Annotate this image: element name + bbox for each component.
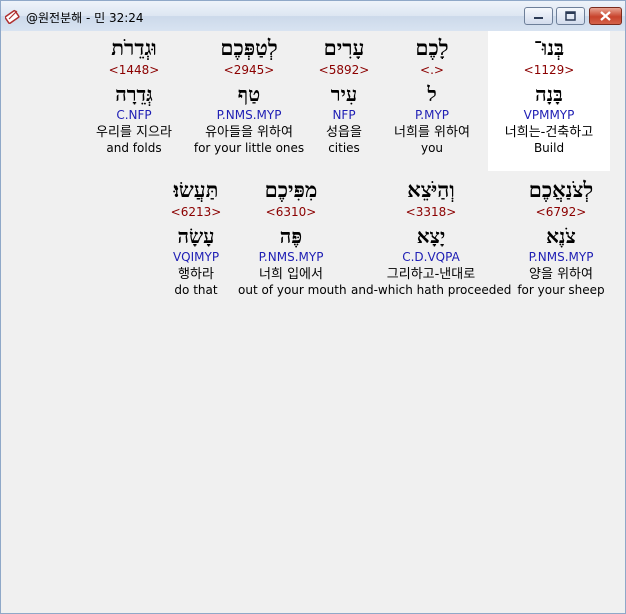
parsing-code: P.NMS.MYP bbox=[216, 108, 282, 122]
parsing-code: VPMMYP bbox=[523, 108, 575, 122]
close-button[interactable] bbox=[589, 7, 622, 25]
analysis-panel: בְּנוּ־ <1129> בָּנָה VPMMYP 너희는-건축하고 Bu… bbox=[6, 31, 621, 609]
english-gloss: out of your mouth bbox=[238, 283, 347, 297]
hebrew-root: צֹנֶא bbox=[546, 224, 576, 248]
hebrew-root: עִיר bbox=[330, 82, 358, 106]
parsing-code: P.MYP bbox=[414, 108, 450, 122]
word-block[interactable]: וּגְדֵרֹת <1448> גְּדֵרָה C.NFP 우리를 지으라 … bbox=[84, 35, 184, 156]
hebrew-word: מִפִּיכֶם bbox=[264, 177, 318, 202]
korean-gloss: 그리하고-낸대로 bbox=[386, 267, 476, 282]
parsing-code: C.D.VQPA bbox=[402, 250, 460, 264]
app-icon bbox=[4, 7, 22, 25]
korean-gloss: 우리를 지으라 bbox=[96, 125, 172, 140]
parsing-code: P.NMS.MYP bbox=[528, 250, 594, 264]
maximize-button[interactable] bbox=[556, 7, 585, 25]
word-block[interactable]: לְטַפְּכֶם <2945> טַף P.NMS.MYP 유아들을 위하여… bbox=[192, 35, 306, 156]
word-block[interactable]: תַּעֲשׂוּ׃ <6213> עָשָׂה VQIMYP 행하라 do t… bbox=[161, 177, 231, 298]
strong-number: <6213> bbox=[170, 205, 222, 219]
korean-gloss: 유아들을 위하여 bbox=[205, 125, 293, 140]
english-gloss: for your little ones bbox=[193, 141, 305, 155]
minimize-icon bbox=[534, 17, 543, 19]
word-block[interactable]: וְהַיֹּצֵא <3318> יָצָא C.D.VQPA 그리하고-낸대… bbox=[351, 177, 511, 298]
korean-gloss: 양을 위하여 bbox=[529, 267, 593, 282]
hebrew-word: עָרִים bbox=[323, 35, 365, 60]
hebrew-root: טַף bbox=[237, 82, 261, 106]
right-edge bbox=[621, 31, 625, 609]
parsing-code: P.NMS.MYP bbox=[258, 250, 324, 264]
strong-number: <.> bbox=[420, 63, 444, 77]
korean-gloss: 행하라 bbox=[178, 267, 214, 282]
strong-number: <2945> bbox=[223, 63, 275, 77]
hebrew-root: גְּדֵרָה bbox=[115, 82, 153, 106]
korean-gloss: 성읍을 bbox=[326, 125, 362, 140]
hebrew-root: עָשָׂה bbox=[177, 224, 215, 248]
english-gloss: for your sheep bbox=[517, 283, 605, 297]
strong-number: <1129> bbox=[523, 63, 575, 77]
word-block[interactable]: מִפִּיכֶם <6310> פֶּה P.NMS.MYP 너희 입에서 o… bbox=[238, 177, 347, 298]
hebrew-root: פֶּה bbox=[279, 224, 303, 248]
parsing-code: VQIMYP bbox=[172, 250, 220, 264]
window-title: @원전분해 - 민 32:24 bbox=[26, 11, 144, 25]
english-gloss: and folds bbox=[106, 141, 162, 155]
strong-number: <5892> bbox=[318, 63, 370, 77]
korean-gloss: 너희를 위하여 bbox=[394, 125, 470, 140]
hebrew-word: תַּעֲשׂוּ׃ bbox=[173, 177, 219, 202]
hebrew-word: בְּנוּ־ bbox=[533, 35, 565, 60]
word-block[interactable]: לָכֶם <.> ל P.MYP 너희를 위하여 you bbox=[382, 35, 482, 156]
close-icon bbox=[600, 11, 611, 21]
korean-gloss: 너희 입에서 bbox=[259, 267, 323, 282]
hebrew-root: יָצָא bbox=[416, 224, 446, 248]
hebrew-word: לְצֹנַאֲכֶם bbox=[528, 177, 594, 202]
hebrew-word: לָכֶם bbox=[415, 35, 449, 60]
hebrew-root: ל bbox=[427, 82, 437, 106]
strong-number: <6792> bbox=[535, 205, 587, 219]
app-window: @원전분해 - 민 32:24 בְּנוּ־ <1129> בָּנָה VP… bbox=[0, 0, 626, 614]
word-block[interactable]: לְצֹנַאֲכֶם <6792> צֹנֶא P.NMS.MYP 양을 위하… bbox=[511, 177, 611, 298]
title-bar[interactable]: @원전분해 - 민 32:24 bbox=[1, 1, 625, 31]
strong-number: <1448> bbox=[108, 63, 160, 77]
strong-number: <6310> bbox=[265, 205, 317, 219]
hebrew-word: וּגְדֵרֹת bbox=[111, 35, 157, 60]
english-gloss: cities bbox=[328, 141, 360, 155]
maximize-icon bbox=[565, 11, 576, 21]
hebrew-word: וְהַיֹּצֵא bbox=[407, 177, 455, 202]
english-gloss: Build bbox=[533, 141, 565, 155]
parsing-code: NFP bbox=[332, 108, 356, 122]
english-gloss: and-which hath proceeded bbox=[351, 283, 512, 297]
parsing-code: C.NFP bbox=[116, 108, 152, 122]
word-block[interactable]: בְּנוּ־ <1129> בָּנָה VPMMYP 너희는-건축하고 Bu… bbox=[488, 31, 610, 171]
korean-gloss: 너희는-건축하고 bbox=[504, 125, 594, 140]
english-gloss: do that bbox=[174, 283, 218, 297]
minimize-button[interactable] bbox=[524, 7, 553, 25]
hebrew-root: בָּנָה bbox=[535, 82, 563, 106]
hebrew-word: לְטַפְּכֶם bbox=[220, 35, 278, 60]
word-block[interactable]: עָרִים <5892> עִיר NFP 성읍을 cities bbox=[303, 35, 385, 156]
english-gloss: you bbox=[420, 141, 444, 155]
strong-number: <3318> bbox=[405, 205, 457, 219]
